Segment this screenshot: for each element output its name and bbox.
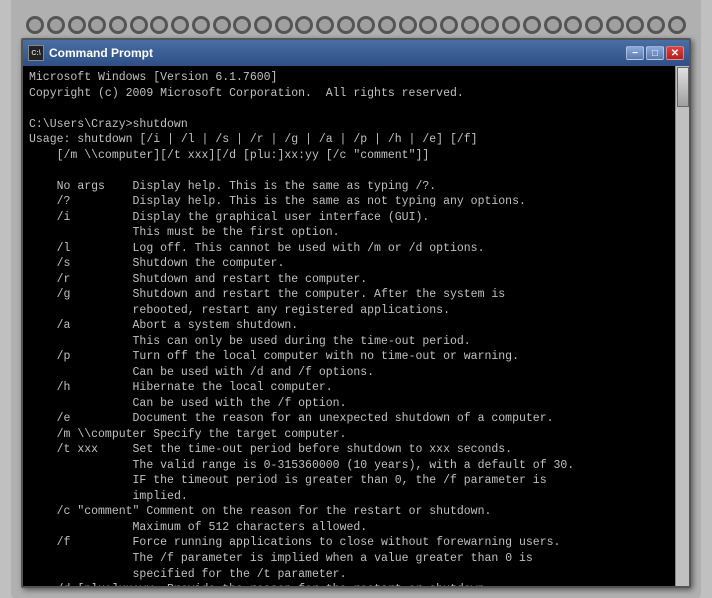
ring [647, 16, 665, 34]
ring [295, 16, 313, 34]
ring [47, 16, 65, 34]
ring [316, 16, 334, 34]
ring [440, 16, 458, 34]
console-area[interactable]: Microsoft Windows [Version 6.1.7600] Cop… [23, 66, 689, 586]
ring [213, 16, 231, 34]
scrollbar[interactable] [675, 66, 689, 586]
ring [399, 16, 417, 34]
notebook-border: C:\ Command Prompt − □ ✕ Microsoft Windo… [11, 0, 701, 598]
ring [668, 16, 686, 34]
maximize-button[interactable]: □ [646, 46, 664, 60]
rings-row [21, 16, 691, 34]
console-content: Microsoft Windows [Version 6.1.7600] Cop… [29, 70, 669, 586]
ring [150, 16, 168, 34]
ring [357, 16, 375, 34]
ring [192, 16, 210, 34]
cmd-icon: C:\ [28, 45, 44, 61]
ring [502, 16, 520, 34]
ring [68, 16, 86, 34]
scrollbar-thumb[interactable] [677, 67, 689, 107]
ring [544, 16, 562, 34]
ring [378, 16, 396, 34]
close-button[interactable]: ✕ [666, 46, 684, 60]
ring [481, 16, 499, 34]
title-bar: C:\ Command Prompt − □ ✕ [23, 40, 689, 66]
ring [564, 16, 582, 34]
ring [254, 16, 272, 34]
ring [419, 16, 437, 34]
minimize-button[interactable]: − [626, 46, 644, 60]
ring [88, 16, 106, 34]
ring [233, 16, 251, 34]
ring [461, 16, 479, 34]
title-bar-left: C:\ Command Prompt [28, 45, 153, 61]
window-title: Command Prompt [49, 46, 153, 60]
console-text: Microsoft Windows [Version 6.1.7600] Cop… [29, 70, 669, 586]
ring [523, 16, 541, 34]
ring [109, 16, 127, 34]
ring [26, 16, 44, 34]
ring [585, 16, 603, 34]
ring [626, 16, 644, 34]
window-controls: − □ ✕ [626, 46, 684, 60]
ring [606, 16, 624, 34]
ring [337, 16, 355, 34]
ring [171, 16, 189, 34]
ring [275, 16, 293, 34]
ring [130, 16, 148, 34]
cmd-window: C:\ Command Prompt − □ ✕ Microsoft Windo… [21, 38, 691, 588]
